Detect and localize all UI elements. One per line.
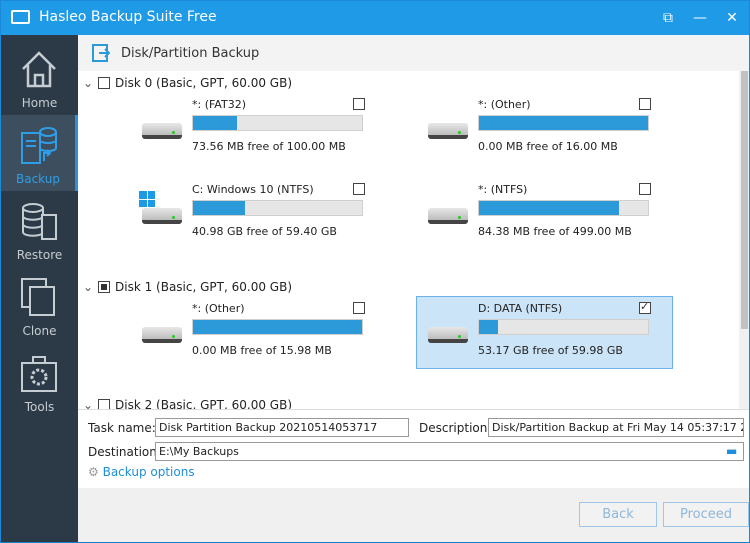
proceed-button[interactable]: Proceed (663, 502, 749, 527)
hard-drive-icon (428, 208, 468, 224)
app-logo-icon (11, 10, 30, 24)
backup-icon (20, 125, 58, 165)
sidebar-item-label: Tools (24, 400, 55, 414)
disk-header: ⌄ Disk 0 (Basic, GPT, 60.00 GB) (83, 76, 292, 90)
partition-name: *: (FAT32) (192, 98, 246, 111)
chevron-down-icon[interactable]: ⌄ (83, 280, 95, 294)
chevron-down-icon[interactable]: ⌄ (83, 76, 95, 90)
sidebar-item-restore[interactable]: Restore (1, 191, 78, 267)
usage-bar-fill (479, 320, 498, 334)
usage-bar (192, 200, 363, 216)
disk-label: Disk 0 (Basic, GPT, 60.00 GB) (115, 76, 292, 90)
partition-name: C: Windows 10 (NTFS) (192, 183, 314, 196)
folder-icon[interactable]: ▬ (726, 444, 737, 458)
hard-drive-icon (142, 327, 182, 343)
partition-checkbox[interactable] (639, 98, 651, 110)
sidebar-item-tools[interactable]: Tools (1, 343, 78, 419)
partition-checkbox[interactable] (353, 302, 365, 314)
partition-checkbox[interactable] (353, 183, 365, 195)
partition-free-space: 53.17 GB free of 59.98 GB (478, 344, 623, 357)
disk-label: Disk 1 (Basic, GPT, 60.00 GB) (115, 280, 292, 294)
page-title: Disk/Partition Backup (121, 46, 260, 61)
hard-drive-icon (142, 208, 182, 224)
hard-drive-icon (142, 123, 182, 139)
back-button[interactable]: Back (579, 502, 657, 527)
partition-card[interactable]: *: (NTFS) 84.38 MB free of 499.00 MB (416, 177, 673, 250)
disk-checkbox[interactable] (98, 281, 110, 293)
minimize-button[interactable]: — (689, 7, 711, 29)
windows-logo-icon (139, 191, 155, 207)
chevron-down-icon[interactable]: ⌄ (83, 398, 95, 409)
title-bar: Hasleo Backup Suite Free ⧉ — ✕ (1, 1, 749, 35)
window-title: Hasleo Backup Suite Free (39, 9, 217, 25)
partition-card[interactable]: *: (Other) 0.00 MB free of 16.00 MB (416, 92, 673, 165)
sidebar-item-label: Restore (16, 248, 63, 262)
description-input[interactable]: Disk/Partition Backup at Fri May 14 05:3… (488, 418, 744, 437)
backup-form: Task name: Disk Partition Backup 2021051… (78, 409, 749, 488)
partition-free-space: 84.38 MB free of 499.00 MB (478, 225, 632, 238)
usage-bar (478, 115, 649, 131)
disk-label: Disk 2 (Basic, GPT, 60.00 GB) (115, 398, 292, 409)
task-name-input[interactable]: Disk Partition Backup 20210514053717 (155, 418, 409, 437)
usage-bar-fill (479, 116, 648, 130)
app-window: Hasleo Backup Suite Free ⧉ — ✕ Home Backu… (0, 0, 750, 542)
sidebar-item-label: Home (21, 96, 58, 110)
sidebar-item-clone[interactable]: Clone (1, 267, 78, 343)
gear-icon: ⚙ (88, 465, 99, 479)
usage-bar (192, 115, 363, 131)
disk-header: ⌄ Disk 2 (Basic, GPT, 60.00 GB) (83, 398, 292, 409)
usage-bar-fill (193, 116, 237, 130)
usage-bar-fill (479, 201, 620, 215)
task-name-label: Task name: (88, 421, 156, 435)
usage-bar (192, 319, 363, 335)
description-label: Description: (419, 421, 492, 435)
backup-options-label: Backup options (102, 465, 195, 479)
usage-bar (478, 319, 649, 335)
sidebar-item-backup[interactable]: Backup (1, 115, 78, 191)
partition-name: *: (Other) (192, 302, 245, 315)
tools-icon (20, 353, 58, 393)
partition-card[interactable]: *: (FAT32) 73.56 MB free of 100.00 MB (130, 92, 387, 165)
destination-input[interactable]: E:\My Backups (155, 442, 744, 461)
hard-drive-icon (428, 123, 468, 139)
disk-checkbox[interactable] (98, 77, 110, 89)
sidebar: Home Backup Restore Clone Tools (1, 35, 78, 542)
page-header: Disk/Partition Backup (78, 35, 749, 71)
disk-tree: ⌄ Disk 0 (Basic, GPT, 60.00 GB) *: (FAT32)… (78, 71, 739, 409)
sidebar-item-label: Clone (22, 324, 57, 338)
partition-card[interactable]: *: (Other) 0.00 MB free of 15.98 MB (130, 296, 387, 369)
hard-drive-icon (428, 327, 468, 343)
scrollbar-thumb[interactable] (741, 71, 748, 329)
partition-free-space: 73.56 MB free of 100.00 MB (192, 140, 346, 153)
restore-down-icon[interactable]: ⧉ (657, 7, 679, 29)
partition-name: *: (Other) (478, 98, 531, 111)
usage-bar (478, 200, 649, 216)
partition-checkbox[interactable] (639, 183, 651, 195)
backup-options-link[interactable]: ⚙ Backup options (88, 465, 195, 479)
partition-name: D: DATA (NTFS) (478, 302, 563, 315)
destination-label: Destination: (88, 445, 161, 459)
backup-page-icon (92, 44, 110, 62)
partition-free-space: 0.00 MB free of 15.98 MB (192, 344, 332, 357)
disk-header: ⌄ Disk 1 (Basic, GPT, 60.00 GB) (83, 280, 292, 294)
partition-card[interactable]: D: DATA (NTFS) 53.17 GB free of 59.98 GB (416, 296, 673, 369)
close-button[interactable]: ✕ (721, 7, 743, 29)
disk-checkbox[interactable] (98, 399, 110, 409)
home-icon (20, 49, 58, 89)
clone-icon (20, 277, 58, 317)
partition-checkbox[interactable] (353, 98, 365, 110)
usage-bar-fill (193, 201, 246, 215)
partition-checkbox[interactable] (639, 300, 651, 314)
usage-bar-fill (193, 320, 362, 334)
partition-free-space: 0.00 MB free of 16.00 MB (478, 140, 618, 153)
sidebar-item-label: Backup (16, 172, 60, 186)
sidebar-item-home[interactable]: Home (1, 39, 78, 115)
scrollbar[interactable] (739, 71, 749, 409)
partition-free-space: 40.98 GB free of 59.40 GB (192, 225, 337, 238)
partition-card[interactable]: C: Windows 10 (NTFS) 40.98 GB free of 59.… (130, 177, 387, 250)
restore-icon (20, 201, 58, 241)
partition-name: *: (NTFS) (478, 183, 528, 196)
footer: Back Proceed (78, 488, 749, 542)
